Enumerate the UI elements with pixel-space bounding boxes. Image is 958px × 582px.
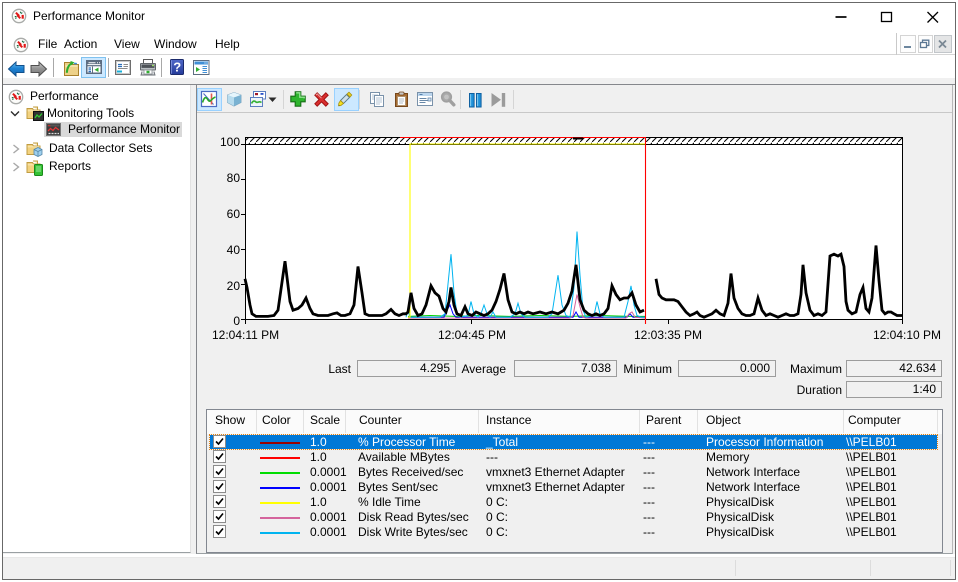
svg-text:?: ? — [173, 60, 181, 75]
